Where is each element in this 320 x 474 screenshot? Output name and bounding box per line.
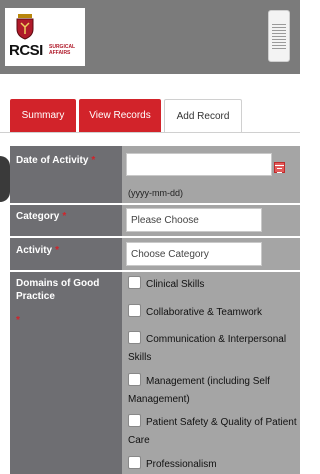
- date-format-hint: (yyyy-mm-dd): [128, 188, 183, 198]
- add-record-form: Date of Activity * (yyyy-mm-dd) Category *…: [10, 146, 300, 474]
- logo-text: RCSI: [9, 42, 43, 59]
- activity-select[interactable]: Choose Category: [126, 242, 262, 266]
- required-marker: *: [55, 245, 60, 256]
- app-header: RCSI SURGICAL AFFAIRS: [0, 0, 300, 74]
- domain-option[interactable]: Communication & Interpersonal Skills: [128, 331, 298, 367]
- tab-view-records[interactable]: View Records: [79, 99, 161, 132]
- row-divider: [10, 203, 300, 205]
- checkbox[interactable]: [128, 373, 141, 386]
- domain-option[interactable]: Patient Safety & Quality of Patient Care: [128, 414, 298, 450]
- domain-option[interactable]: Professionalism: [128, 456, 298, 474]
- rcsi-logo[interactable]: RCSI SURGICAL AFFAIRS: [5, 8, 85, 66]
- crest-icon: [16, 14, 34, 40]
- calendar-icon[interactable]: [274, 162, 285, 173]
- domains-label: Domains of Good Practice: [16, 278, 100, 302]
- logo-subtext: SURGICAL AFFAIRS: [49, 44, 76, 56]
- checkbox[interactable]: [128, 414, 141, 427]
- activity-label: Activity *: [16, 245, 60, 256]
- required-marker: *: [62, 211, 67, 222]
- domain-option[interactable]: Collaborative & Teamwork: [128, 304, 298, 322]
- checkbox[interactable]: [128, 304, 141, 317]
- tab-add-record[interactable]: Add Record: [164, 99, 242, 132]
- hamburger-icon[interactable]: [268, 10, 290, 62]
- category-select[interactable]: Please Choose: [126, 208, 262, 232]
- date-label: Date of Activity *: [16, 155, 96, 166]
- side-drawer-handle[interactable]: [0, 156, 10, 202]
- tab-divider: [0, 132, 300, 133]
- row-divider: [10, 270, 300, 272]
- category-label: Category *: [16, 211, 67, 222]
- required-marker: *: [16, 315, 20, 326]
- row-divider: [10, 236, 300, 238]
- checkbox[interactable]: [128, 276, 141, 289]
- label-column: [10, 146, 122, 474]
- domain-option[interactable]: Clinical Skills: [128, 276, 298, 294]
- tab-summary[interactable]: Summary: [10, 99, 76, 132]
- date-input[interactable]: [126, 153, 272, 176]
- domain-option[interactable]: Management (including Self Management): [128, 373, 298, 409]
- checkbox[interactable]: [128, 456, 141, 469]
- checkbox[interactable]: [128, 331, 141, 344]
- tab-bar: Summary View Records Add Record: [0, 99, 300, 132]
- required-marker: *: [91, 155, 96, 166]
